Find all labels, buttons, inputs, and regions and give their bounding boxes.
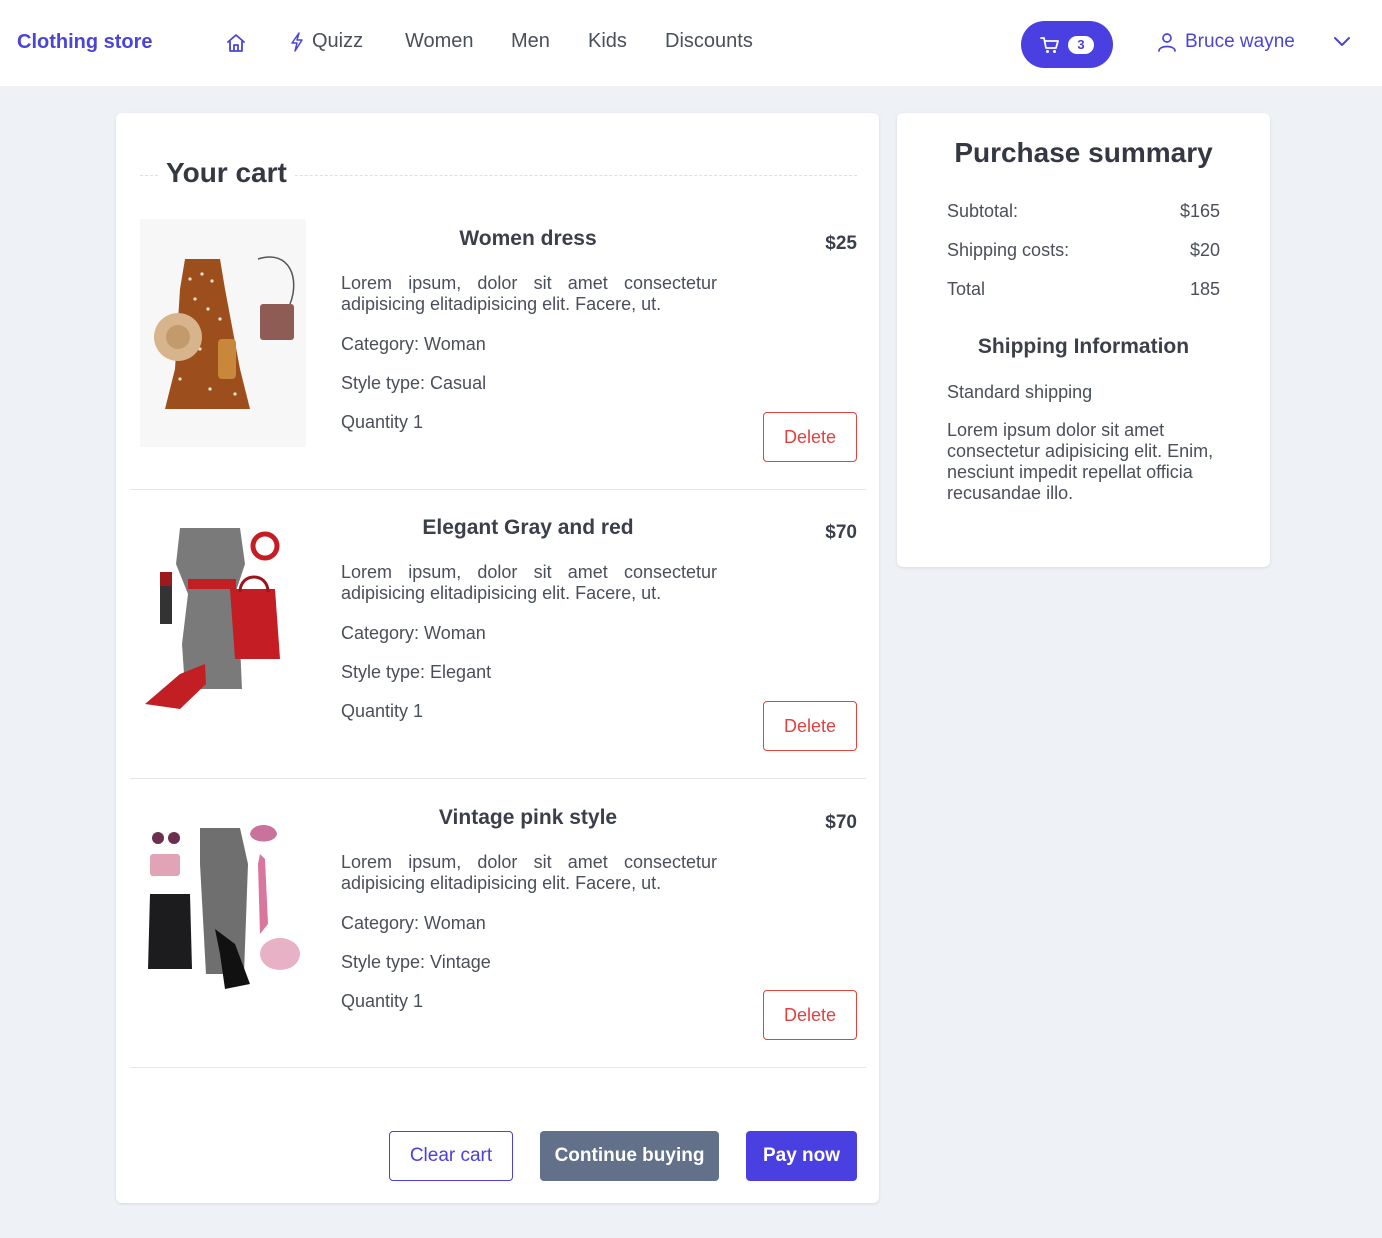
- item-quantity: Quantity 1: [341, 701, 424, 721]
- shipping-cost-row: Shipping costs: $20: [947, 240, 1220, 261]
- shipping-description: Lorem ipsum dolor sit amet consectetur a…: [947, 420, 1214, 503]
- top-navbar: Clothing store Quizz Women Men Kids Disc…: [0, 0, 1382, 86]
- purchase-summary-panel: Purchase summary Subtotal: $165 Shipping…: [897, 113, 1270, 567]
- cart-item: Women dress $25 Lorem ipsum, dolor sit a…: [130, 201, 866, 490]
- nav-kids[interactable]: Kids: [588, 30, 627, 53]
- cart-count-badge: 3: [1068, 35, 1094, 54]
- item-category: Category: Woman: [341, 334, 486, 354]
- lightning-icon: [291, 31, 303, 52]
- total-label: Total: [947, 279, 986, 299]
- cart-button[interactable]: 3: [1021, 21, 1113, 68]
- shipping-cost-value: $20: [1189, 240, 1220, 260]
- home-icon[interactable]: [225, 33, 247, 53]
- subtotal-value: $165: [1179, 201, 1220, 221]
- subtotal-row: Subtotal: $165: [947, 201, 1220, 222]
- cart-panel: Your cart Women dress $25 Lorem ipsum, d…: [116, 113, 879, 1203]
- nav-quizz[interactable]: Quizz: [290, 30, 363, 53]
- product-image-women-dress: [140, 219, 306, 447]
- nav-quizz-label: Quizz: [312, 30, 364, 52]
- delete-button[interactable]: Delete: [763, 701, 857, 751]
- cart-item: Vintage pink style $70 Lorem ipsum, dolo…: [130, 779, 866, 1068]
- total-row: Total 185: [947, 279, 1220, 300]
- user-name: Bruce wayne: [1185, 31, 1295, 52]
- item-price: $70: [825, 522, 857, 543]
- user-icon: [1158, 33, 1176, 52]
- item-description: Lorem ipsum, dolor sit amet consectetur …: [341, 273, 717, 314]
- shipping-cost-label: Shipping costs:: [947, 240, 1070, 260]
- summary-title: Purchase summary: [954, 137, 1213, 168]
- cart-title-row: Your cart: [140, 157, 857, 193]
- item-description: Lorem ipsum, dolor sit amet consectetur …: [341, 562, 717, 603]
- brand-logo[interactable]: Clothing store: [17, 31, 153, 54]
- user-menu[interactable]: Bruce wayne: [1157, 31, 1295, 53]
- nav-discounts[interactable]: Discounts: [665, 30, 753, 53]
- cart-title: Your cart: [160, 157, 295, 189]
- item-style: Style type: Casual: [341, 373, 487, 393]
- product-image-elegant-gray-red: [140, 524, 306, 716]
- item-description: Lorem ipsum, dolor sit amet consectetur …: [341, 852, 717, 893]
- item-quantity: Quantity 1: [341, 412, 424, 432]
- item-name: Women dress: [459, 227, 597, 250]
- total-value: 185: [1189, 279, 1220, 299]
- pay-now-button[interactable]: Pay now: [746, 1131, 857, 1181]
- item-name: Elegant Gray and red: [422, 516, 634, 539]
- nav-women[interactable]: Women: [405, 30, 474, 53]
- item-price: $25: [825, 233, 857, 254]
- item-quantity: Quantity 1: [341, 991, 424, 1011]
- item-price: $70: [825, 812, 857, 833]
- cart-item: Elegant Gray and red $70 Lorem ipsum, do…: [130, 490, 866, 779]
- item-style: Style type: Elegant: [341, 662, 492, 682]
- chevron-down-icon[interactable]: [1332, 34, 1352, 48]
- subtotal-label: Subtotal:: [947, 201, 1019, 221]
- clear-cart-button[interactable]: Clear cart: [389, 1131, 513, 1181]
- item-category: Category: Woman: [341, 623, 486, 643]
- delete-button[interactable]: Delete: [763, 412, 857, 462]
- shipping-info-title: Shipping Information: [977, 335, 1190, 358]
- item-style: Style type: Vintage: [341, 952, 491, 972]
- shipping-type: Standard shipping: [947, 382, 1093, 402]
- item-category: Category: Woman: [341, 913, 486, 933]
- delete-button[interactable]: Delete: [763, 990, 857, 1040]
- item-name: Vintage pink style: [438, 806, 618, 829]
- product-image-vintage-pink: [140, 824, 306, 994]
- nav-men[interactable]: Men: [511, 30, 550, 53]
- cart-icon: [1040, 36, 1059, 53]
- continue-buying-button[interactable]: Continue buying: [540, 1131, 719, 1181]
